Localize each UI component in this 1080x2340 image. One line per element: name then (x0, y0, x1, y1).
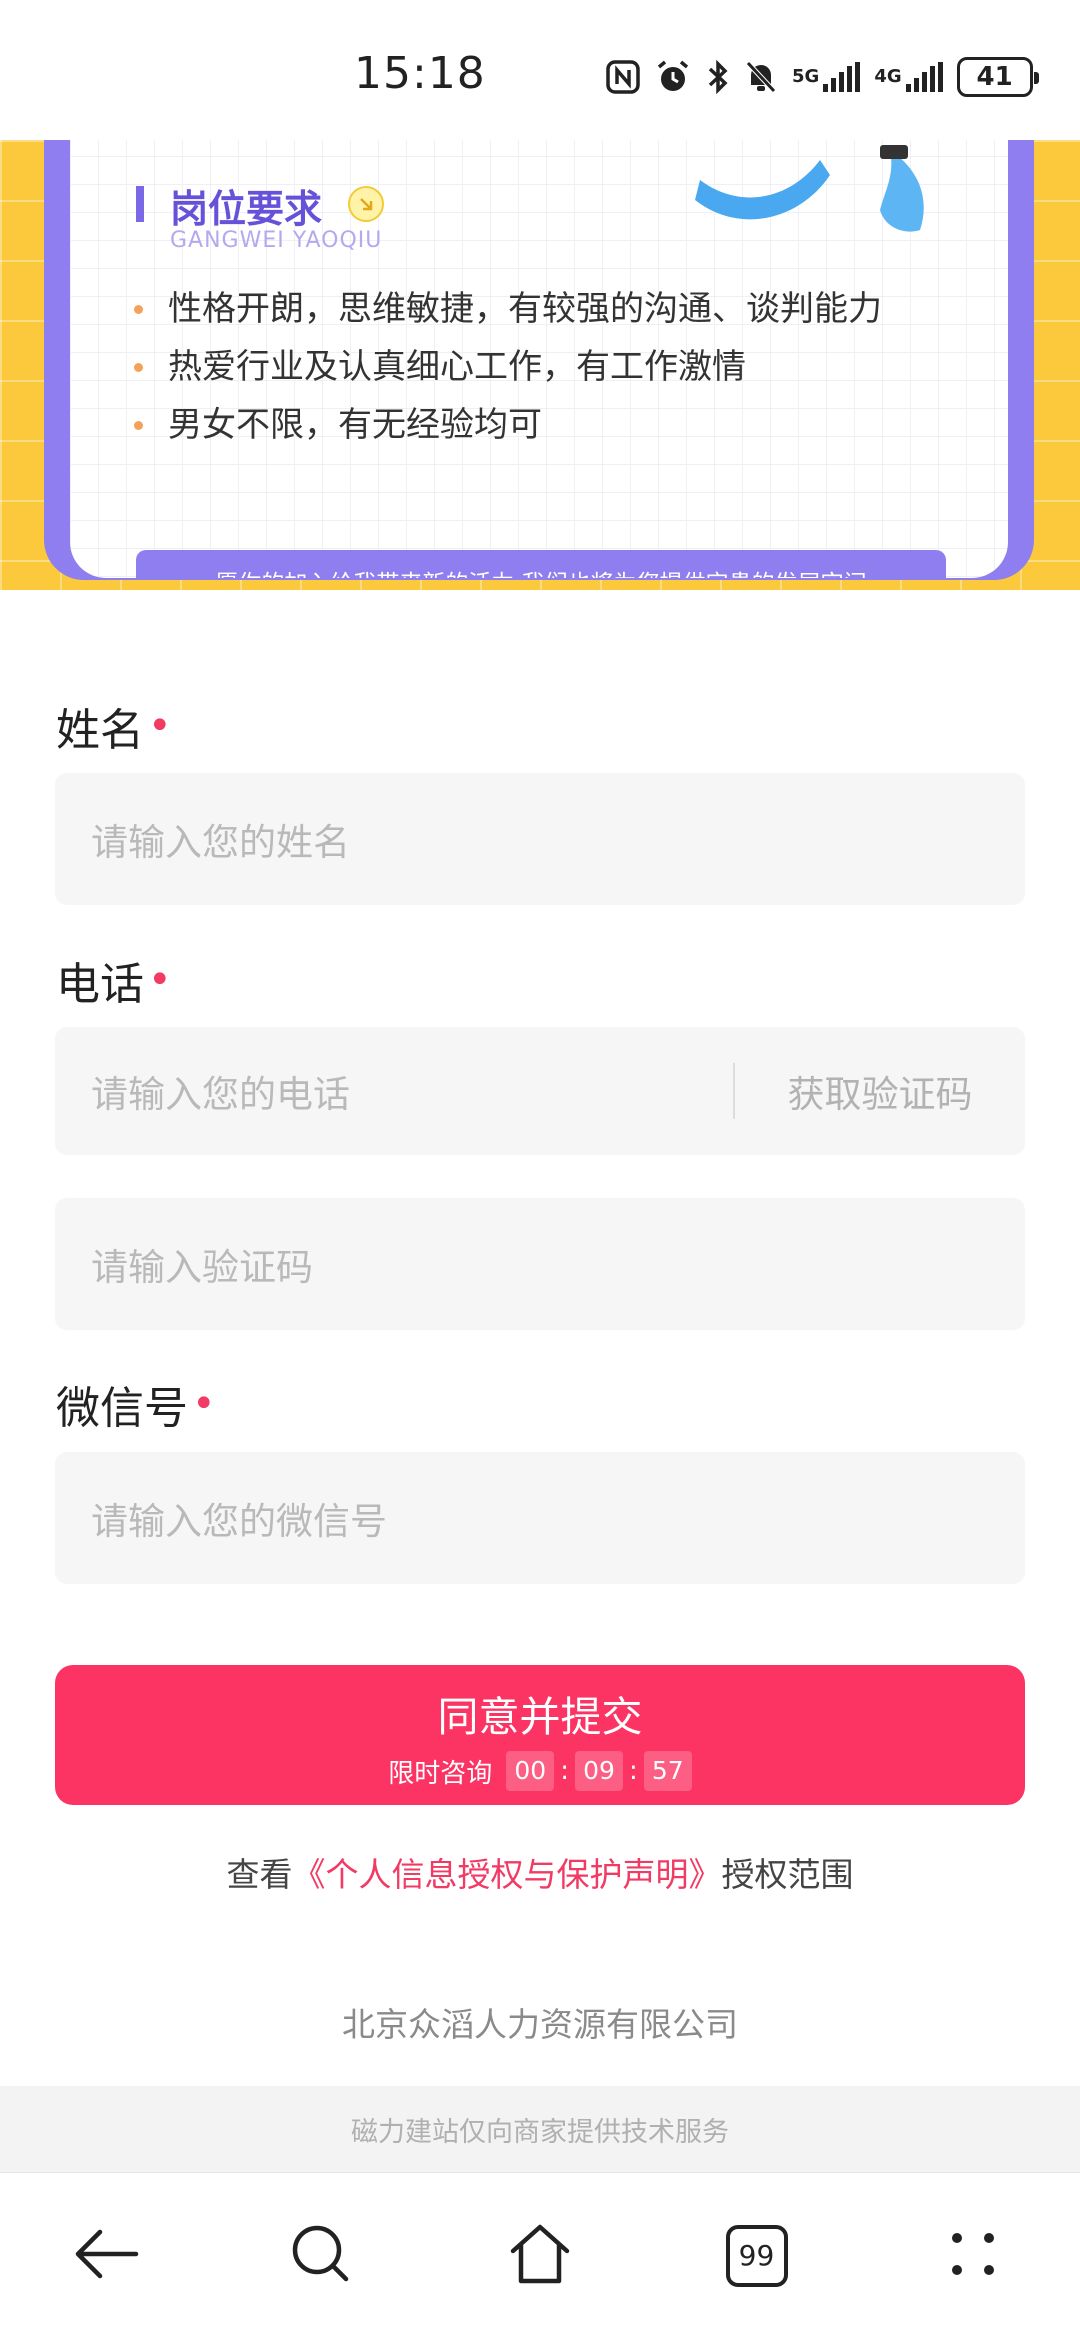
bluetooth-icon (706, 52, 730, 102)
title-accent-bar (136, 186, 144, 222)
shoe-illustration (695, 145, 924, 232)
search-button[interactable] (276, 2211, 366, 2301)
tabs-icon: 99 (726, 2225, 788, 2287)
more-icon (943, 2224, 1003, 2288)
countdown: 限时咨询 00 : 09 : 57 (55, 1751, 1025, 1791)
signal-5g-icon: 5G (792, 52, 861, 102)
required-mark: • (148, 957, 172, 1003)
submit-label: 同意并提交 (437, 1693, 643, 1741)
slogan-banner: — 愿你的加入给我带来新的活力 我们也将为您提供宝贵的发展空间 — (136, 550, 946, 578)
banner-card: 岗位要求 GANGWEI YAOQIU 性格开朗，思维敏捷，有较强的沟通、谈判能… (70, 140, 1008, 578)
platform-footer: 磁力建站仅向商家提供技术服务 (0, 2086, 1080, 2172)
countdown-minutes: 09 (575, 1751, 623, 1791)
privacy-suffix: 授权范围 (721, 1855, 854, 1894)
wechat-label-text: 微信号 (56, 1383, 188, 1434)
name-placeholder: 请输入您的姓名 (91, 821, 350, 864)
arrow-badge-icon (348, 186, 384, 222)
requirements-list: 性格开朗，思维敏捷，有较强的沟通、谈判能力 热爱行业及认真细心工作，有工作激情 … (130, 280, 882, 454)
privacy-statement-link[interactable]: 《个人信息授权与保护声明》 (293, 1855, 722, 1894)
job-requirements-banner: 岗位要求 GANGWEI YAOQIU 性格开朗，思维敏捷，有较强的沟通、谈判能… (0, 140, 1080, 590)
name-label: 姓名 • (56, 694, 172, 758)
required-mark: • (148, 703, 172, 749)
home-icon (505, 2219, 575, 2293)
home-button[interactable] (495, 2211, 585, 2301)
back-button[interactable] (62, 2211, 152, 2301)
nfc-icon (606, 52, 640, 102)
status-time: 15:18 (354, 48, 486, 99)
privacy-notice: 查看《个人信息授权与保护声明》授权范围 (0, 1848, 1080, 1896)
requirement-item: 热爱行业及认真细心工作，有工作激情 (130, 338, 882, 396)
tabs-count: 99 (738, 2239, 775, 2272)
back-icon (72, 2224, 142, 2288)
phone-field: 请输入您的电话 获取验证码 (55, 1027, 1025, 1155)
company-name: 北京众滔人力资源有限公司 (342, 2005, 738, 2044)
requirements-subtitle: GANGWEI YAOQIU (170, 228, 383, 253)
countdown-seconds: 57 (643, 1751, 692, 1791)
alarm-icon (654, 52, 692, 102)
network-4g-label: 4G (874, 66, 902, 87)
wechat-placeholder: 请输入您的微信号 (91, 1500, 387, 1543)
name-input[interactable]: 请输入您的姓名 (55, 773, 1025, 905)
verification-code-input[interactable]: 请输入验证码 (55, 1198, 1025, 1330)
phone-label: 电话 • (56, 948, 172, 1012)
submit-button[interactable]: 同意并提交 限时咨询 00 : 09 : 57 (55, 1665, 1025, 1805)
required-mark: • (192, 1381, 216, 1427)
requirement-item: 男女不限，有无经验均可 (130, 396, 882, 454)
search-icon (288, 2221, 354, 2291)
network-5g-label: 5G (792, 66, 820, 87)
battery-icon: 41 (956, 52, 1039, 102)
browser-bottom-nav: 99 (0, 2172, 1080, 2340)
requirements-title: 岗位要求 (170, 187, 323, 231)
code-placeholder: 请输入验证码 (91, 1246, 313, 1289)
privacy-prefix: 查看 (226, 1855, 293, 1894)
battery-level: 41 (956, 57, 1039, 97)
countdown-hours: 00 (506, 1751, 555, 1791)
more-button[interactable] (928, 2211, 1018, 2301)
signal-4g-icon: 4G (874, 52, 943, 102)
status-bar: 15:18 5G 4G 41 (0, 0, 1080, 140)
phone-label-text: 电话 (56, 959, 144, 1010)
wechat-input[interactable]: 请输入您的微信号 (55, 1452, 1025, 1584)
status-icons: 5G 4G 41 (606, 52, 1039, 102)
get-code-button[interactable]: 获取验证码 (735, 1064, 1025, 1118)
phone-input[interactable]: 请输入您的电话 (91, 1064, 733, 1118)
countdown-label: 限时咨询 (388, 1758, 493, 1789)
wechat-label: 微信号 • (56, 1372, 216, 1436)
tabs-button[interactable]: 99 (712, 2211, 802, 2301)
mute-icon (744, 52, 778, 102)
requirement-item: 性格开朗，思维敏捷，有较强的沟通、谈判能力 (130, 280, 882, 338)
name-label-text: 姓名 (56, 705, 144, 756)
